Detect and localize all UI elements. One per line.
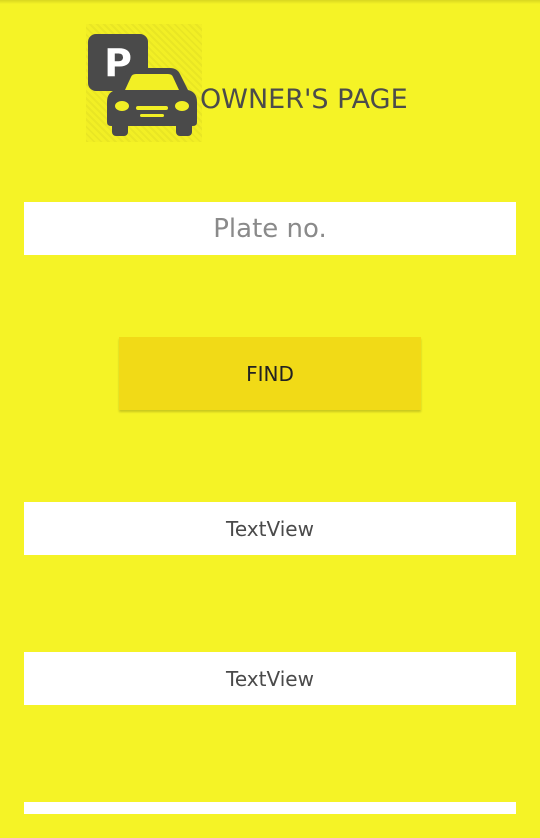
result-text-view-1: TextView [24, 502, 516, 555]
status-bar-shadow [0, 0, 540, 4]
parking-car-icon: P [86, 24, 202, 142]
result-text-view-2: TextView [24, 652, 516, 705]
page-title: OWNER'S PAGE [200, 84, 408, 115]
plate-number-input[interactable] [24, 202, 516, 255]
find-button[interactable]: FIND [119, 337, 421, 410]
result-text-view-3 [24, 802, 516, 814]
